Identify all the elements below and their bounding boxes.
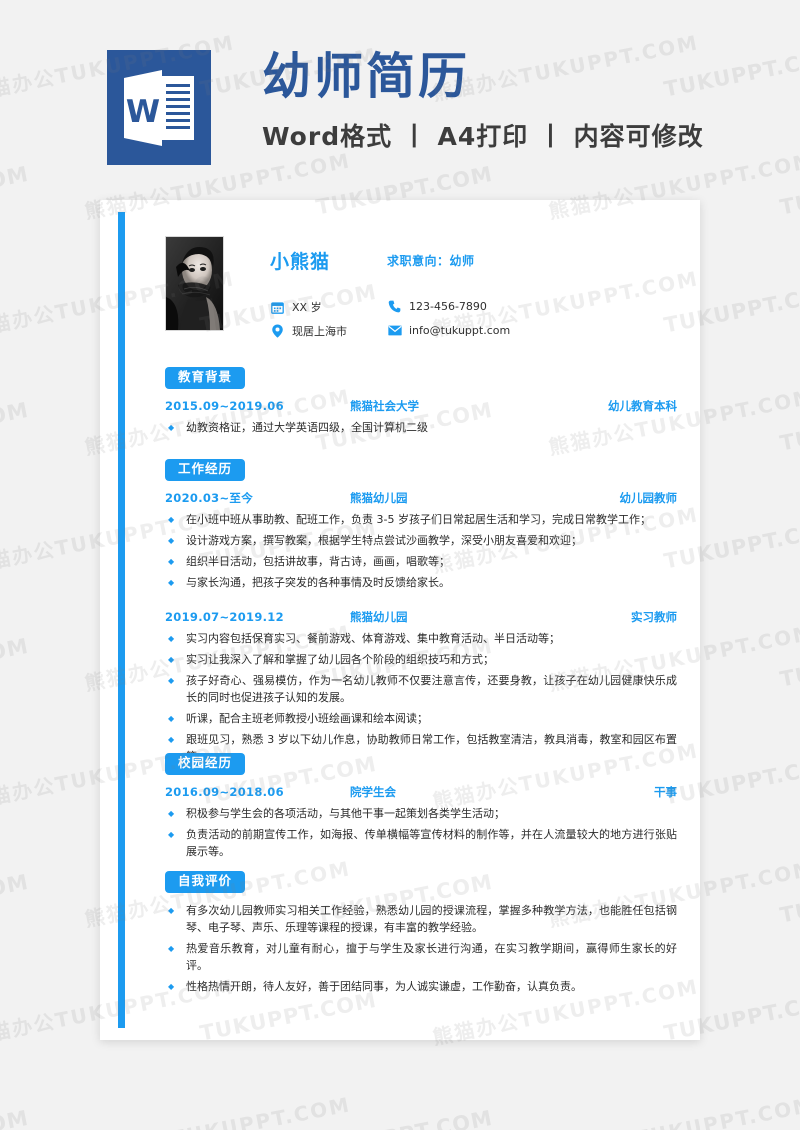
self-evaluation-bullets: 有多次幼儿园教师实习相关工作经验，熟悉幼儿园的授课流程，掌握多种教学方法，也能胜… <box>165 902 677 995</box>
list-item: 性格热情开朗，待人友好，善于团结同事，为人诚实谦虚，工作勤奋，认真负责。 <box>165 978 677 995</box>
work2-bullets: 实习内容包括保育实习、餐前游戏、体育游戏、集中教育活动、半日活动等； 实习让我深… <box>165 630 677 765</box>
section-title-work: 工作经历 <box>165 459 246 481</box>
watermark-text: TUKUPPT.COM <box>778 1106 800 1130</box>
list-item: 设计游戏方案，撰写教案，根据学生特点尝试沙画教学，深受小朋友喜爱和欢迎； <box>165 532 677 549</box>
work2-org: 熊猫幼儿园 <box>350 609 408 624</box>
watermark-text: 熊猫办公TUKUPPT.COM <box>546 1092 800 1130</box>
work1-role: 幼儿园教师 <box>619 490 678 505</box>
personal-info: 小熊猫 求职意向：幼师 XX 岁 现居上海市 123-456-7890 info… <box>165 236 675 354</box>
banner-subtitle: Word格式 丨 A4打印 丨 内容可修改 <box>262 122 704 151</box>
contact-location-value: 现居上海市 <box>292 325 347 338</box>
candidate-name: 小熊猫 <box>270 251 331 273</box>
section-title-campus: 校园经历 <box>165 753 246 775</box>
resume-page: 小熊猫 求职意向：幼师 XX 岁 现居上海市 123-456-7890 info… <box>100 200 700 1040</box>
contact-age-value: XX 岁 <box>292 301 322 314</box>
list-item: 组织半日活动，包括讲故事，背古诗，画画，唱歌等； <box>165 553 677 570</box>
watermark-text: 熊猫办公TUKUPPT.COM <box>82 1092 353 1130</box>
education-date: 2015.09~2019.06 <box>165 398 284 413</box>
campus-entry-header: 2016.09~2018.06 院学生会 干事 <box>165 784 677 800</box>
calendar-icon <box>270 300 285 315</box>
list-item: 负责活动的前期宣传工作，如海报、传单横幅等宣传材料的制作等，并在人流量较大的地方… <box>165 826 677 860</box>
section-education: 教育背景 2015.09~2019.06 熊猫社会大学 幼儿教育本科 幼教资格证… <box>165 366 677 440</box>
list-item: 孩子好奇心、强易模仿，作为一名幼儿教师不仅要注意言传，还要身教，让孩子在幼儿园健… <box>165 672 677 706</box>
contact-phone: 123-456-7890 <box>387 299 487 314</box>
list-item: 实习让我深入了解和掌握了幼儿园各个阶段的组织技巧和方式； <box>165 651 677 668</box>
contact-phone-value: 123-456-7890 <box>409 300 487 313</box>
work1-bullets: 在小班中班从事助教、配班工作，负责 3-5 岁孩子们日常起居生活和学习，完成日常… <box>165 511 677 591</box>
contact-email: info@tukuppt.com <box>387 323 510 338</box>
accent-bar <box>118 212 125 1028</box>
location-pin-icon <box>270 324 285 339</box>
list-item: 积极参与学生会的各项活动，与其他干事一起策划各类学生活动； <box>165 805 677 822</box>
work2-date: 2019.07~2019.12 <box>165 609 284 624</box>
portrait-photo <box>165 236 224 331</box>
list-item: 有多次幼儿园教师实习相关工作经验，熟悉幼儿园的授课流程，掌握多种教学方法，也能胜… <box>165 902 677 936</box>
education-role: 幼儿教育本科 <box>608 398 677 413</box>
contact-location: 现居上海市 <box>270 323 347 339</box>
list-item: 听课，配合主班老师教授小班绘画课和绘本阅读； <box>165 710 677 727</box>
work1-date: 2020.03~至今 <box>165 490 254 505</box>
contact-email-value: info@tukuppt.com <box>409 324 511 337</box>
watermark-text: TUKUPPT.COM <box>778 397 800 456</box>
work1-org: 熊猫幼儿园 <box>350 490 408 505</box>
education-entry-header: 2015.09~2019.06 熊猫社会大学 幼儿教育本科 <box>165 398 677 414</box>
list-item: 与家长沟通，把孩子突发的各种事情及时反馈给家长。 <box>165 574 677 591</box>
campus-date: 2016.09~2018.06 <box>165 784 284 799</box>
list-item: 热爱音乐教育，对儿童有耐心，擅于与学生及家长进行沟通，在实习教学期间，赢得师生家… <box>165 940 677 974</box>
section-self-evaluation: 自我评价 有多次幼儿园教师实习相关工作经验，熟悉幼儿园的授课流程，掌握多种教学方… <box>165 870 677 999</box>
banner: W 幼师简历 Word格式 丨 A4打印 丨 内容可修改 <box>0 0 800 200</box>
banner-title: 幼师简历 <box>262 48 471 105</box>
watermark-text: TUKUPPT.COM <box>778 869 800 928</box>
watermark-text: TUKUPPT.COM <box>0 397 31 456</box>
list-item: 在小班中班从事助教、配班工作，负责 3-5 岁孩子们日常起居生活和学习，完成日常… <box>165 511 677 528</box>
campus-bullets: 积极参与学生会的各项活动，与其他干事一起策划各类学生活动； 负责活动的前期宣传工… <box>165 805 677 860</box>
work1-entry-header: 2020.03~至今 熊猫幼儿园 幼儿园教师 <box>165 490 677 506</box>
svg-text:W: W <box>126 94 160 130</box>
section-title-self-evaluation: 自我评价 <box>165 871 246 893</box>
work2-role: 实习教师 <box>631 609 677 624</box>
section-campus: 校园经历 2016.09~2018.06 院学生会 干事 积极参与学生会的各项活… <box>165 752 677 864</box>
list-item: 实习内容包括保育实习、餐前游戏、体育游戏、集中教育活动、半日活动等； <box>165 630 677 647</box>
contact-age: XX 岁 <box>270 299 322 315</box>
watermark-text: TUKUPPT.COM <box>0 1106 31 1130</box>
section-work: 工作经历 2020.03~至今 熊猫幼儿园 幼儿园教师 在小班中班从事助教、配班… <box>165 458 677 769</box>
list-item: 幼教资格证，通过大学英语四级，全国计算机二级 <box>165 419 677 436</box>
watermark-text: TUKUPPT.COM <box>314 1106 495 1130</box>
education-org: 熊猫社会大学 <box>350 398 419 413</box>
work-entry-1: 2020.03~至今 熊猫幼儿园 幼儿园教师 在小班中班从事助教、配班工作，负责… <box>165 490 677 591</box>
envelope-icon <box>387 323 402 338</box>
phone-icon <box>387 299 402 314</box>
job-objective: 求职意向：幼师 <box>387 254 475 268</box>
section-title-education: 教育背景 <box>165 367 246 389</box>
work-entry-2: 2019.07~2019.12 熊猫幼儿园 实习教师 实习内容包括保育实习、餐前… <box>165 609 677 765</box>
watermark-text: TUKUPPT.COM <box>0 869 31 928</box>
work2-entry-header: 2019.07~2019.12 熊猫幼儿园 实习教师 <box>165 609 677 625</box>
watermark-text: TUKUPPT.COM <box>0 633 31 692</box>
watermark-text: TUKUPPT.COM <box>778 633 800 692</box>
campus-org: 院学生会 <box>350 784 396 799</box>
education-bullets: 幼教资格证，通过大学英语四级，全国计算机二级 <box>165 419 677 436</box>
word-icon: W <box>107 50 211 165</box>
campus-role: 干事 <box>654 784 677 799</box>
